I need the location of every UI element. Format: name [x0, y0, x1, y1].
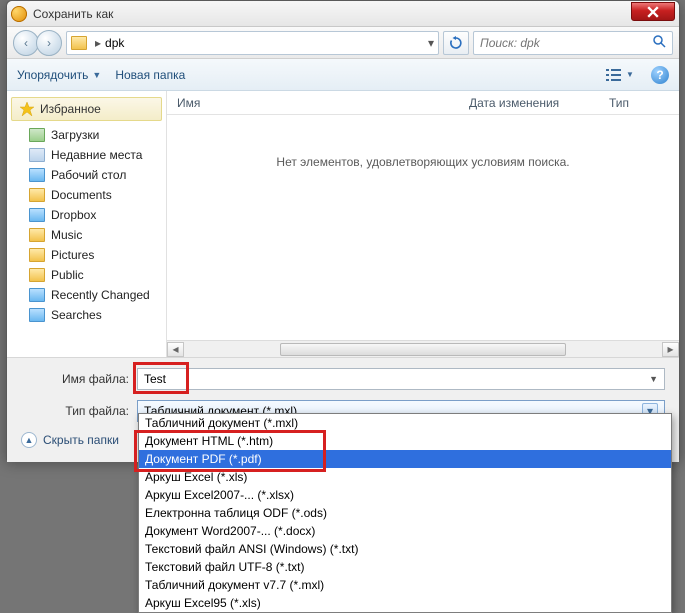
column-date[interactable]: Дата изменения — [459, 96, 599, 110]
chevron-left-icon: ◂ — [172, 342, 178, 356]
filename-label: Имя файла: — [21, 372, 137, 386]
search-icon — [652, 34, 666, 51]
filetype-option[interactable]: Документ HTML (*.htm) — [139, 432, 671, 450]
chevron-up-icon: ▲ — [25, 435, 34, 445]
help-icon: ? — [656, 68, 663, 82]
dropbox-icon — [29, 208, 45, 222]
window-title: Сохранить как — [33, 7, 675, 21]
folder-icon — [29, 228, 45, 242]
chevron-right-icon: ▸ — [667, 342, 673, 356]
sidebar-item-recent[interactable]: Недавние места — [7, 145, 166, 165]
save-as-dialog: Сохранить как ‹ › ▸ dpk ▾ Упорядочить ▼ — [6, 0, 680, 460]
filetype-option[interactable]: Текстовий файл UTF-8 (*.txt) — [139, 558, 671, 576]
help-button[interactable]: ? — [651, 66, 669, 84]
breadcrumb-separator: ▸ — [95, 36, 101, 50]
close-icon — [647, 6, 659, 18]
downloads-icon — [29, 128, 45, 142]
search-folder-icon — [29, 288, 45, 302]
sidebar-item-searches[interactable]: Searches — [7, 305, 166, 325]
folder-icon — [71, 36, 87, 50]
search-box[interactable] — [473, 31, 673, 55]
refresh-icon — [449, 36, 463, 50]
sidebar-item-downloads[interactable]: Загрузки — [7, 125, 166, 145]
navbar: ‹ › ▸ dpk ▾ — [7, 27, 679, 59]
close-button[interactable] — [631, 2, 675, 21]
breadcrumb-folder[interactable]: dpk — [105, 36, 124, 50]
horizontal-scrollbar[interactable]: ◂ ▸ — [167, 340, 679, 357]
new-folder-button[interactable]: Новая папка — [115, 68, 185, 82]
sidebar-item-public[interactable]: Public — [7, 265, 166, 285]
column-headers[interactable]: Имя Дата изменения Тип — [167, 91, 679, 115]
sidebar-item-pictures[interactable]: Pictures — [7, 245, 166, 265]
chevron-down-icon[interactable]: ▼ — [649, 374, 658, 384]
star-icon — [20, 102, 34, 116]
sidebar: Избранное Загрузки Недавние места Рабочи… — [7, 91, 167, 357]
forward-button[interactable]: › — [36, 30, 62, 56]
filetype-option[interactable]: Текстовий файл ANSI (Windows) (*.txt) — [139, 540, 671, 558]
scroll-thumb[interactable] — [280, 343, 567, 356]
sidebar-item-documents[interactable]: Documents — [7, 185, 166, 205]
titlebar[interactable]: Сохранить как — [7, 1, 679, 27]
folder-icon — [29, 248, 45, 262]
scroll-left-button[interactable]: ◂ — [167, 342, 184, 357]
filetype-label: Тип файла: — [21, 404, 137, 418]
sidebar-item-dropbox[interactable]: Dropbox — [7, 205, 166, 225]
desktop-icon — [29, 168, 45, 182]
column-type[interactable]: Тип — [599, 96, 679, 110]
view-mode-button[interactable]: ▼ — [603, 64, 637, 86]
favorites-header[interactable]: Избранное — [11, 97, 162, 121]
filetype-option[interactable]: Документ PDF (*.pdf) — [139, 450, 671, 468]
filetype-option[interactable]: Аркуш Excel95 (*.xls) — [139, 594, 671, 612]
scroll-right-button[interactable]: ▸ — [662, 342, 679, 357]
chevron-down-icon[interactable]: ▾ — [428, 36, 434, 50]
app-icon — [11, 6, 27, 22]
folder-icon — [29, 268, 45, 282]
chevron-down-icon: ▼ — [92, 70, 101, 80]
filetype-option[interactable]: Аркуш Excel (*.xls) — [139, 468, 671, 486]
breadcrumb[interactable]: ▸ dpk ▾ — [66, 31, 439, 55]
sidebar-item-recently-changed[interactable]: Recently Changed — [7, 285, 166, 305]
column-name[interactable]: Имя — [167, 96, 459, 110]
filename-input[interactable]: Test ▼ — [137, 368, 665, 390]
search-folder-icon — [29, 308, 45, 322]
chevron-left-icon: ‹ — [24, 36, 28, 50]
recent-icon — [29, 148, 45, 162]
file-list-pane: Имя Дата изменения Тип Нет элементов, уд… — [167, 91, 679, 357]
folder-icon — [29, 188, 45, 202]
filetype-option[interactable]: Табличний документ (*.mxl) — [139, 414, 671, 432]
toolbar: Упорядочить ▼ Новая папка ▼ ? — [7, 59, 679, 91]
refresh-button[interactable] — [443, 31, 469, 55]
view-list-icon — [606, 68, 624, 82]
scroll-track[interactable] — [184, 343, 662, 356]
chevron-right-icon: › — [47, 36, 51, 50]
chevron-down-icon: ▼ — [626, 70, 634, 79]
filetype-option[interactable]: Документ Word2007-... (*.docx) — [139, 522, 671, 540]
organize-menu[interactable]: Упорядочить ▼ — [17, 68, 101, 82]
empty-message: Нет элементов, удовлетворяющих условиям … — [167, 155, 679, 169]
filetype-option[interactable]: Аркуш Excel2007-... (*.xlsx) — [139, 486, 671, 504]
sidebar-item-desktop[interactable]: Рабочий стол — [7, 165, 166, 185]
sidebar-item-music[interactable]: Music — [7, 225, 166, 245]
hide-folders-toggle[interactable]: ▲ Скрыть папки — [21, 432, 119, 448]
filetype-dropdown[interactable]: Табличний документ (*.mxl)Документ HTML … — [138, 413, 672, 613]
filetype-option[interactable]: Електронна таблиця ODF (*.ods) — [139, 504, 671, 522]
search-input[interactable] — [480, 36, 652, 50]
